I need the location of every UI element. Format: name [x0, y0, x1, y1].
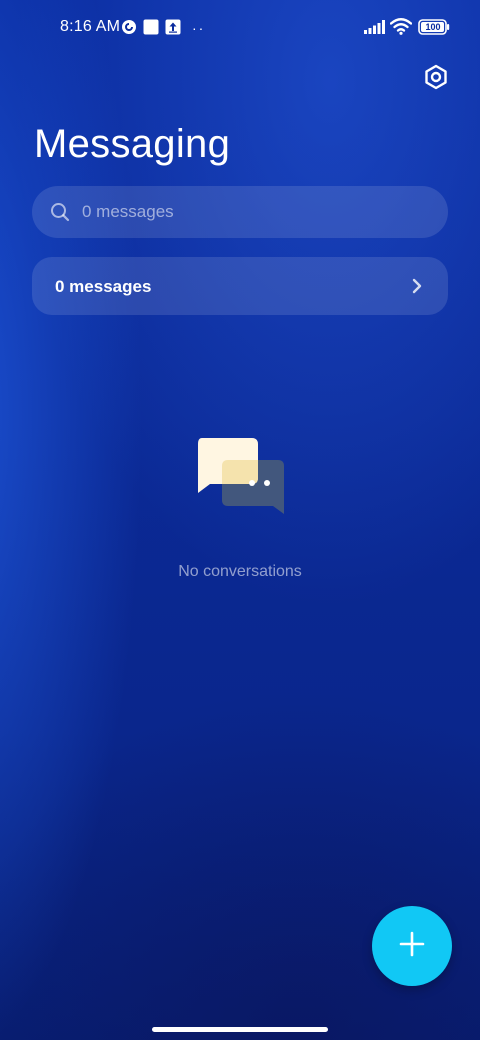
square-notification-icon [143, 19, 159, 40]
chevron-right-icon [410, 278, 424, 299]
more-dots-icon: ·· [192, 20, 206, 36]
upload-icon [165, 19, 181, 40]
navigation-handle[interactable] [152, 1027, 328, 1032]
new-conversation-button[interactable] [372, 906, 452, 986]
hotspot-icon [121, 19, 137, 40]
signal-icon [364, 20, 386, 39]
messages-row-label: 0 messages [55, 277, 152, 296]
empty-state-text: No conversations [178, 563, 302, 580]
status-bar: 8:16 AM ·· 100 [0, 0, 480, 56]
wifi-icon [389, 18, 413, 40]
page-title: Messaging [34, 122, 231, 166]
search-bar[interactable] [32, 186, 448, 238]
plus-icon [399, 931, 425, 962]
status-time: 8:16 AM [60, 18, 121, 35]
messages-row[interactable]: 0 messages [32, 257, 448, 315]
chat-bubbles-icon [196, 436, 286, 518]
search-icon [50, 202, 70, 227]
battery-level: 100 [425, 22, 441, 32]
search-input[interactable] [82, 186, 422, 238]
settings-hexagon-icon [423, 64, 449, 95]
settings-button[interactable] [420, 63, 452, 95]
